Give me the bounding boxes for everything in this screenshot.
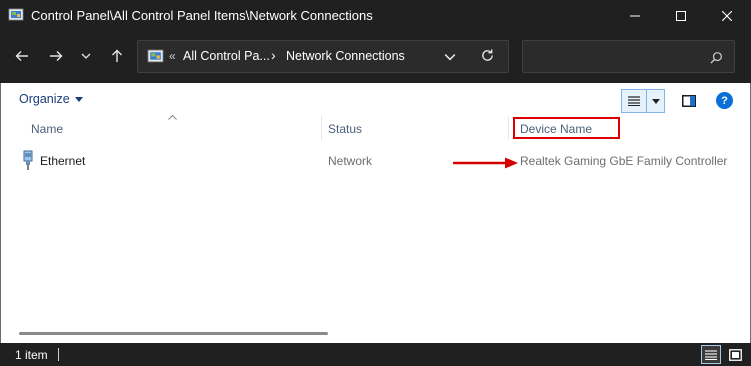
large-icons-view-toggle[interactable]: [725, 345, 745, 364]
column-divider[interactable]: [508, 116, 509, 140]
organize-label: Organize: [19, 92, 70, 106]
horizontal-scrollbar[interactable]: [19, 332, 328, 335]
item-count: 1 item: [15, 348, 48, 362]
view-details-button[interactable]: [621, 89, 647, 113]
status-divider: [58, 348, 59, 361]
ethernet-adapter-icon: [23, 150, 33, 170]
row-status: Network: [328, 154, 373, 168]
column-header-device-name[interactable]: Device Name: [520, 122, 592, 136]
large-icons-view-icon: [728, 348, 742, 361]
arrow-right-icon: [50, 51, 63, 61]
breadcrumb-all-items[interactable]: All Control Pa...: [183, 49, 270, 63]
details-view-toggle[interactable]: [701, 345, 721, 364]
back-button[interactable]: [9, 43, 35, 69]
recent-locations-button[interactable]: [75, 43, 97, 69]
dropdown-triangle-icon: [651, 98, 660, 104]
breadcrumb-separator[interactable]: ›: [271, 47, 276, 63]
details-view-icon: [628, 96, 640, 106]
up-button[interactable]: [104, 43, 130, 69]
table-row[interactable]: Ethernet Network Realtek Gaming GbE Fami…: [15, 147, 735, 173]
preview-pane-icon: [682, 95, 696, 107]
help-button[interactable]: ?: [716, 92, 733, 109]
control-panel-icon: [147, 49, 164, 63]
window-title: Control Panel\All Control Panel Items\Ne…: [31, 8, 373, 23]
control-panel-icon: [8, 8, 24, 21]
sort-ascending-icon: [168, 115, 177, 120]
status-bar: 1 item: [0, 343, 751, 366]
minimize-button[interactable]: [612, 0, 658, 31]
refresh-button[interactable]: [480, 48, 498, 66]
search-icon: [710, 52, 722, 64]
arrow-up-icon: [112, 49, 122, 62]
navigation-bar: « All Control Pa... › Network Connection…: [0, 31, 751, 83]
breadcrumb-network-connections[interactable]: Network Connections: [286, 49, 405, 63]
view-options-dropdown[interactable]: [647, 89, 665, 113]
title-bar: Control Panel\All Control Panel Items\Ne…: [0, 0, 751, 31]
row-name: Ethernet: [40, 154, 86, 168]
preview-pane-button[interactable]: [679, 91, 699, 111]
maximize-button[interactable]: [658, 0, 704, 31]
close-icon: [722, 10, 732, 21]
row-device-name: Realtek Gaming GbE Family Controller: [520, 154, 728, 168]
forward-button[interactable]: [43, 43, 69, 69]
chevron-down-icon: [444, 54, 456, 61]
help-icon: ?: [721, 94, 728, 107]
close-button[interactable]: [704, 0, 750, 31]
search-input[interactable]: [529, 47, 703, 67]
column-header-status[interactable]: Status: [328, 122, 362, 136]
column-header-name[interactable]: Name: [31, 122, 63, 136]
chevron-down-icon: [81, 53, 91, 59]
search-box[interactable]: [522, 40, 735, 73]
address-bar[interactable]: « All Control Pa... › Network Connection…: [137, 40, 509, 73]
maximize-icon: [676, 10, 686, 21]
arrow-left-icon: [15, 51, 28, 61]
organize-menu[interactable]: Organize: [19, 92, 83, 106]
content-pane: Organize ? Name Status Device Name Ether…: [0, 83, 751, 343]
minimize-icon: [630, 15, 640, 16]
overflow-chevron[interactable]: «: [169, 49, 176, 63]
refresh-icon: [482, 49, 493, 61]
details-view-icon: [705, 349, 717, 360]
column-divider[interactable]: [321, 116, 322, 140]
dropdown-triangle-icon: [74, 96, 83, 102]
annotation-arrow: [453, 157, 518, 169]
address-history-dropdown[interactable]: [444, 49, 460, 65]
